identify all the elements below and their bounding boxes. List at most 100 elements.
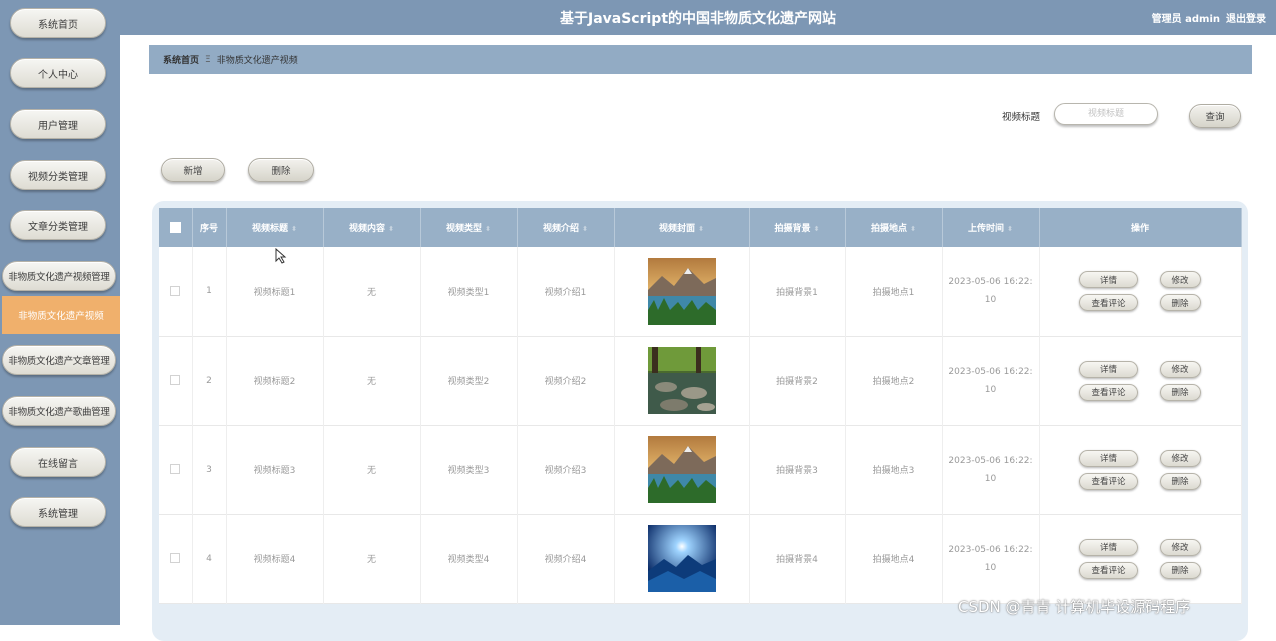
view-comments-button[interactable]: 查看评论 bbox=[1079, 383, 1138, 401]
search-button-label: 查询 bbox=[1205, 112, 1225, 123]
view-comments-button[interactable]: 查看评论 bbox=[1079, 561, 1138, 579]
background-cell: 拍摄背景4 bbox=[749, 514, 846, 603]
row-checkbox[interactable] bbox=[170, 286, 181, 296]
column-header[interactable]: 视频类型 ⬍ bbox=[420, 208, 518, 247]
column-header[interactable]: 视频标题 ⬍ bbox=[226, 208, 324, 247]
column-header[interactable]: 上传时间 ⬍ bbox=[942, 208, 1040, 247]
location-cell: 拍摄地点1 bbox=[845, 247, 943, 336]
sort-icon[interactable]: ⬍ bbox=[910, 225, 916, 233]
delete-button[interactable]: 删除 bbox=[1159, 472, 1201, 490]
edit-button[interactable]: 修改 bbox=[1159, 360, 1201, 378]
table-row: 1 视频标题1 无 视频类型1 视频介绍1 拍摄背景1 拍摄地点1 2023-0… bbox=[159, 247, 1242, 336]
location-cell: 拍摄地点3 bbox=[845, 425, 943, 514]
cover-cell bbox=[614, 247, 750, 336]
delete-button[interactable]: 删除 bbox=[1159, 561, 1201, 579]
row-select-cell[interactable] bbox=[159, 425, 193, 514]
row-checkbox[interactable] bbox=[170, 464, 181, 475]
column-header[interactable]: 拍摄背景 ⬍ bbox=[749, 208, 846, 247]
intro-cell: 视频介绍3 bbox=[517, 425, 615, 514]
select-all-checkbox[interactable] bbox=[169, 222, 181, 233]
sort-icon[interactable]: ⬍ bbox=[485, 225, 491, 233]
view-comments-button[interactable]: 查看评论 bbox=[1079, 472, 1138, 490]
sidebar-item-label: 文章分类管理 bbox=[28, 221, 88, 233]
row-checkbox[interactable] bbox=[170, 553, 181, 564]
delete-button[interactable]: 删除 bbox=[1159, 294, 1201, 312]
index-cell: 1 bbox=[192, 247, 227, 336]
view-comments-button[interactable]: 查看评论 bbox=[1079, 294, 1138, 312]
sidebar-item-heritage-article-management[interactable]: 非物质文化遗产文章管理 bbox=[2, 345, 116, 375]
content-cell: 无 bbox=[323, 514, 421, 603]
search-input[interactable] bbox=[1054, 103, 1158, 125]
type-cell: 视频类型2 bbox=[420, 336, 518, 425]
cover-cell bbox=[614, 514, 750, 603]
add-button[interactable]: 新增 bbox=[161, 158, 225, 182]
sidebar-item-personal-center[interactable]: 个人中心 bbox=[10, 58, 106, 88]
sort-icon[interactable]: ⬍ bbox=[291, 225, 297, 233]
sort-icon[interactable]: ⬍ bbox=[698, 225, 704, 233]
index-cell: 4 bbox=[192, 514, 227, 603]
edit-button[interactable]: 修改 bbox=[1159, 449, 1201, 467]
content-cell: 无 bbox=[323, 336, 421, 425]
table-container: 序号 视频标题 ⬍ 视频内容 ⬍ 视频类型 ⬍ 视频介绍 ⬍ 视频封面 ⬍ 拍摄背景 ⬍ 拍… bbox=[152, 201, 1248, 641]
batch-delete-button[interactable]: 删除 bbox=[248, 158, 314, 182]
sidebar-item-home[interactable]: 系统首页 bbox=[10, 8, 106, 38]
sidebar-item-article-category[interactable]: 文章分类管理 bbox=[10, 210, 106, 240]
search-label: 视频标题 bbox=[1002, 112, 1041, 123]
sort-icon[interactable]: ⬍ bbox=[814, 225, 820, 233]
background-cell: 拍摄背景3 bbox=[749, 425, 846, 514]
column-header-label: 拍摄地点 bbox=[871, 224, 908, 234]
column-header[interactable]: 视频介绍 ⬍ bbox=[517, 208, 615, 247]
sidebar-item-label: 在线留言 bbox=[38, 458, 78, 470]
sidebar-item-heritage-video-active[interactable]: 非物质文化遗产视频 bbox=[2, 296, 120, 334]
column-header[interactable]: 视频内容 ⬍ bbox=[323, 208, 421, 247]
row-select-cell[interactable] bbox=[159, 514, 193, 603]
delete-button[interactable]: 删除 bbox=[1159, 383, 1201, 401]
search-button[interactable]: 查询 bbox=[1189, 104, 1241, 128]
time-line-2: 10 bbox=[984, 473, 997, 484]
sort-icon[interactable]: ⬍ bbox=[582, 225, 588, 233]
time-line-2: 10 bbox=[984, 562, 997, 573]
title-cell: 视频标题3 bbox=[226, 425, 324, 514]
column-header-label: 视频封面 bbox=[659, 224, 696, 234]
sidebar-item-label: 系统管理 bbox=[38, 508, 78, 520]
detail-button[interactable]: 详情 bbox=[1079, 271, 1138, 289]
intro-cell: 视频介绍2 bbox=[517, 336, 615, 425]
sidebar-item-user-management[interactable]: 用户管理 bbox=[10, 109, 106, 139]
sort-icon[interactable]: ⬍ bbox=[388, 225, 394, 233]
detail-button[interactable]: 详情 bbox=[1079, 360, 1138, 378]
sidebar-item-video-category[interactable]: 视频分类管理 bbox=[10, 160, 106, 190]
row-checkbox[interactable] bbox=[170, 375, 181, 386]
column-header: 操作 bbox=[1039, 208, 1242, 247]
select-all-cell[interactable] bbox=[159, 208, 193, 247]
breadcrumb-home[interactable]: 系统首页 bbox=[163, 53, 199, 66]
user-area: 管理员 admin 退出登录 bbox=[1152, 10, 1266, 25]
column-header-label: 上传时间 bbox=[968, 224, 1005, 234]
sidebar-item-label: 非物质文化遗产视频 bbox=[18, 311, 104, 322]
sidebar-item-heritage-song-management[interactable]: 非物质文化遗产歌曲管理 bbox=[2, 396, 116, 426]
actions-cell: 详情 修改 查看评论 删除 bbox=[1039, 425, 1242, 514]
detail-button[interactable]: 详情 bbox=[1079, 538, 1138, 556]
edit-button[interactable]: 修改 bbox=[1159, 271, 1201, 289]
breadcrumb: 系统首页 Ξ 非物质文化遗产视频 bbox=[149, 45, 1252, 74]
sidebar-item-online-message[interactable]: 在线留言 bbox=[10, 447, 106, 477]
edit-button[interactable]: 修改 bbox=[1159, 538, 1201, 556]
upload-time-cell: 2023-05-06 16:22: 10 bbox=[942, 425, 1040, 514]
content-cell: 无 bbox=[323, 425, 421, 514]
column-header[interactable]: 视频封面 ⬍ bbox=[614, 208, 750, 247]
actions-cell: 详情 修改 查看评论 删除 bbox=[1039, 247, 1242, 336]
intro-cell: 视频介绍1 bbox=[517, 247, 615, 336]
sidebar-item-system-management[interactable]: 系统管理 bbox=[10, 497, 106, 527]
location-cell: 拍摄地点4 bbox=[845, 514, 943, 603]
table-row: 4 视频标题4 无 视频类型4 视频介绍4 拍摄背景4 拍摄地点4 2023-0… bbox=[159, 514, 1242, 603]
row-select-cell[interactable] bbox=[159, 336, 193, 425]
sidebar-item-heritage-video-management[interactable]: 非物质文化遗产视频管理 bbox=[2, 261, 116, 291]
sort-icon[interactable]: ⬍ bbox=[1007, 225, 1013, 233]
batch-delete-button-label: 删除 bbox=[271, 166, 291, 177]
sidebar-item-label: 用户管理 bbox=[38, 120, 78, 132]
column-header[interactable]: 拍摄地点 ⬍ bbox=[845, 208, 943, 247]
type-cell: 视频类型4 bbox=[420, 514, 518, 603]
detail-button[interactable]: 详情 bbox=[1079, 449, 1138, 467]
row-select-cell[interactable] bbox=[159, 247, 193, 336]
add-button-label: 新增 bbox=[183, 166, 203, 177]
logout-link[interactable]: 退出登录 bbox=[1226, 10, 1266, 25]
